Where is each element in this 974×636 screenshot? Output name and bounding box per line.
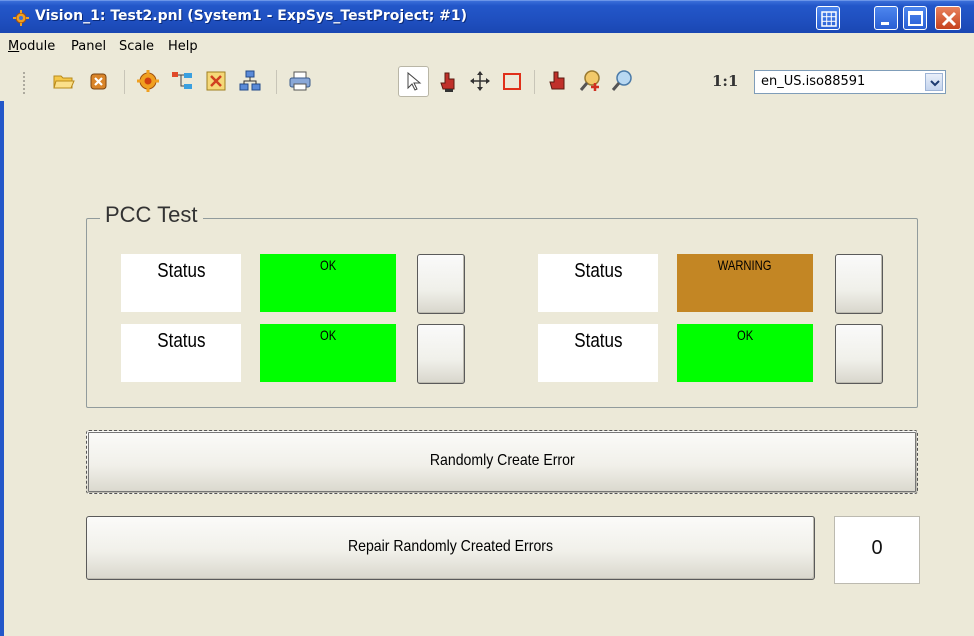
maximize-button[interactable]: [903, 6, 927, 30]
toolbar-separator: [124, 70, 125, 94]
randomly-create-error-label: Randomly Create Error: [429, 452, 575, 469]
status-label: Status: [538, 254, 658, 312]
status-value: OK: [260, 324, 396, 382]
open-folder-icon[interactable]: [52, 69, 76, 93]
scale-one-to-one-button[interactable]: 1:1: [712, 72, 738, 90]
chevron-down-icon[interactable]: [925, 73, 943, 91]
randomly-create-error-button[interactable]: Randomly Create Error: [86, 430, 918, 494]
toolbar-grip[interactable]: [22, 71, 26, 95]
status-button[interactable]: [835, 254, 883, 314]
network-icon[interactable]: [238, 69, 262, 93]
zoom-in-icon[interactable]: [578, 69, 602, 93]
status-button[interactable]: [417, 324, 465, 384]
toolbar-separator: [534, 70, 535, 94]
status-value: OK: [260, 254, 396, 312]
toolbar-separator: [276, 70, 277, 94]
status-label: Status: [538, 324, 658, 382]
grid-button[interactable]: [816, 6, 840, 30]
menu-help[interactable]: Help: [168, 39, 198, 54]
zoom-cursor-icon[interactable]: [546, 69, 570, 93]
menu-panel[interactable]: Panel: [71, 39, 106, 54]
move-icon[interactable]: [468, 69, 492, 93]
grid-icon: [821, 11, 837, 27]
maximize-icon: [908, 11, 923, 26]
select-arrow-tool[interactable]: [398, 66, 429, 97]
rectangle-icon[interactable]: [500, 69, 524, 93]
repair-errors-button[interactable]: Repair Randomly Created Errors: [86, 516, 815, 580]
status-label: Status: [121, 324, 241, 382]
menu-bar: Module Panel Scale Help: [0, 33, 974, 61]
status-button[interactable]: [835, 324, 883, 384]
repair-errors-label: Repair Randomly Created Errors: [347, 538, 554, 555]
minimize-button[interactable]: [874, 6, 898, 30]
group-title: PCC Test: [100, 202, 203, 228]
close-panel-icon[interactable]: [86, 69, 110, 93]
tree-view-icon[interactable]: [170, 69, 194, 93]
zoom-out-icon[interactable]: [610, 69, 634, 93]
error-counter: 0: [834, 516, 920, 584]
status-value-warning: WARNING: [677, 254, 813, 312]
menu-module-label: odule: [19, 39, 56, 54]
status-value: OK: [677, 324, 813, 382]
app-gear-icon: [13, 10, 29, 26]
menu-module-mnemonic: M: [8, 39, 20, 54]
title-bar: Vision_1: Test2.pnl (System1 - ExpSys_Te…: [0, 0, 974, 33]
locale-value: en_US.iso88591: [761, 74, 866, 89]
status-button[interactable]: [417, 254, 465, 314]
panel-config-icon[interactable]: [204, 69, 228, 93]
select-arrow-icon: [407, 71, 422, 91]
window-border: [0, 33, 4, 636]
hand-cursor-icon[interactable]: [436, 69, 460, 93]
menu-scale[interactable]: Scale: [119, 39, 154, 54]
minimize-icon: [881, 22, 889, 25]
toolbar: 1:1 en_US.iso88591: [0, 61, 974, 101]
close-button[interactable]: [935, 6, 961, 30]
settings-gear-icon[interactable]: [136, 69, 160, 93]
print-icon[interactable]: [288, 69, 312, 93]
locale-select[interactable]: en_US.iso88591: [754, 70, 946, 94]
menu-module[interactable]: Module: [8, 39, 55, 54]
close-icon: [941, 11, 957, 27]
status-label: Status: [121, 254, 241, 312]
window-title: Vision_1: Test2.pnl (System1 - ExpSys_Te…: [35, 8, 468, 24]
